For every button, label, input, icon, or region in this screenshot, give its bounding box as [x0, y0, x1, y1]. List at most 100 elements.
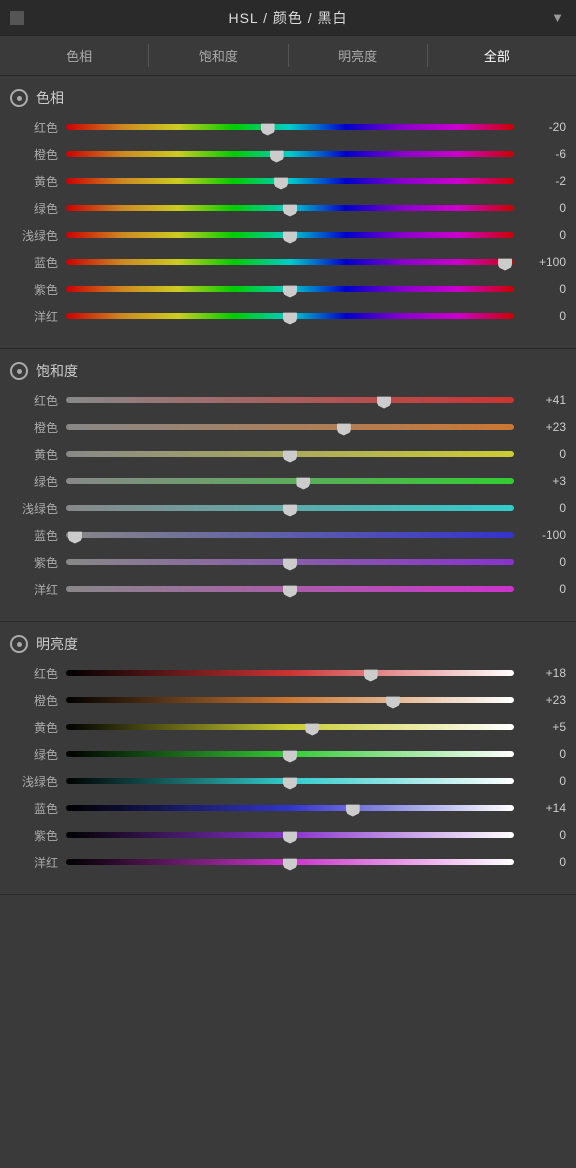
panel-title: HSL / 颜色 / 黑白 — [228, 8, 347, 28]
dropdown-icon[interactable]: ▼ — [551, 10, 564, 25]
slider-row-hue-7: 洋红0 — [10, 305, 566, 327]
slider-thumb-hue-7[interactable] — [283, 308, 297, 325]
slider-thumb-luminance-5[interactable] — [346, 800, 360, 817]
slider-track-wrap-luminance-4[interactable] — [66, 773, 514, 789]
tab-all[interactable]: 全部 — [428, 36, 566, 75]
slider-track-hue-0 — [66, 124, 514, 130]
slider-track-wrap-hue-5[interactable] — [66, 254, 514, 270]
slider-track-wrap-hue-1[interactable] — [66, 146, 514, 162]
slider-track-hue-2 — [66, 178, 514, 184]
slider-row-hue-4: 浅绿色0 — [10, 224, 566, 246]
slider-value-saturation-4: 0 — [520, 501, 566, 515]
tab-hue[interactable]: 色相 — [10, 36, 148, 75]
slider-track-luminance-5 — [66, 805, 514, 811]
slider-thumb-saturation-2[interactable] — [283, 446, 297, 463]
slider-track-wrap-hue-6[interactable] — [66, 281, 514, 297]
slider-row-saturation-1: 橙色+23 — [10, 416, 566, 438]
slider-track-wrap-luminance-1[interactable] — [66, 692, 514, 708]
slider-row-hue-6: 紫色0 — [10, 278, 566, 300]
slider-label-luminance-6: 紫色 — [10, 827, 58, 844]
slider-track-wrap-luminance-5[interactable] — [66, 800, 514, 816]
slider-row-luminance-4: 浅绿色0 — [10, 770, 566, 792]
slider-track-wrap-saturation-2[interactable] — [66, 446, 514, 462]
slider-thumb-luminance-3[interactable] — [283, 746, 297, 763]
slider-thumb-hue-5[interactable] — [498, 254, 512, 271]
slider-thumb-saturation-1[interactable] — [337, 419, 351, 436]
slider-track-wrap-luminance-3[interactable] — [66, 746, 514, 762]
slider-label-hue-0: 红色 — [10, 119, 58, 136]
slider-label-hue-4: 浅绿色 — [10, 227, 58, 244]
slider-value-saturation-7: 0 — [520, 582, 566, 596]
slider-thumb-luminance-2[interactable] — [305, 719, 319, 736]
slider-thumb-saturation-7[interactable] — [283, 581, 297, 598]
slider-row-saturation-2: 黄色0 — [10, 443, 566, 465]
slider-row-hue-2: 黄色-2 — [10, 170, 566, 192]
slider-row-saturation-3: 绿色+3 — [10, 470, 566, 492]
slider-row-hue-1: 橙色 -6 — [10, 143, 566, 165]
tab-saturation[interactable]: 饱和度 — [149, 36, 287, 75]
section-title-luminance: 明亮度 — [36, 634, 78, 654]
slider-row-hue-5: 蓝色+100 — [10, 251, 566, 273]
slider-track-wrap-hue-4[interactable] — [66, 227, 514, 243]
slider-thumb-luminance-7[interactable] — [283, 854, 297, 871]
slider-track-wrap-saturation-5[interactable] — [66, 527, 514, 543]
target-icon-saturation[interactable] — [10, 362, 28, 380]
slider-label-hue-3: 绿色 — [10, 200, 58, 217]
slider-row-saturation-4: 浅绿色0 — [10, 497, 566, 519]
slider-thumb-hue-3[interactable] — [283, 200, 297, 217]
slider-track-wrap-hue-0[interactable] — [66, 119, 514, 135]
slider-thumb-hue-2[interactable] — [274, 173, 288, 190]
slider-row-luminance-2: 黄色+5 — [10, 716, 566, 738]
slider-track-luminance-6 — [66, 832, 514, 838]
slider-track-wrap-luminance-7[interactable] — [66, 854, 514, 870]
section-header-saturation: 饱和度 — [10, 361, 566, 381]
slider-label-saturation-7: 洋红 — [10, 581, 58, 598]
slider-label-luminance-5: 蓝色 — [10, 800, 58, 817]
slider-thumb-hue-6[interactable] — [283, 281, 297, 298]
slider-thumb-luminance-4[interactable] — [283, 773, 297, 790]
target-icon-hue[interactable] — [10, 89, 28, 107]
slider-value-saturation-0: +41 — [520, 393, 566, 407]
slider-thumb-saturation-3[interactable] — [296, 473, 310, 490]
slider-value-luminance-5: +14 — [520, 801, 566, 815]
slider-thumb-saturation-0[interactable] — [377, 392, 391, 409]
slider-thumb-luminance-6[interactable] — [283, 827, 297, 844]
slider-label-hue-1: 橙色 — [10, 146, 58, 163]
slider-track-wrap-saturation-1[interactable] — [66, 419, 514, 435]
slider-thumb-saturation-5[interactable] — [68, 527, 82, 544]
slider-track-wrap-hue-2[interactable] — [66, 173, 514, 189]
slider-value-hue-1: -6 — [520, 147, 566, 161]
slider-track-wrap-hue-7[interactable] — [66, 308, 514, 324]
slider-track-wrap-saturation-6[interactable] — [66, 554, 514, 570]
slider-track-wrap-saturation-0[interactable] — [66, 392, 514, 408]
slider-label-luminance-0: 红色 — [10, 665, 58, 682]
slider-thumb-saturation-6[interactable] — [283, 554, 297, 571]
slider-thumb-hue-4[interactable] — [283, 227, 297, 244]
slider-thumb-luminance-1[interactable] — [386, 692, 400, 709]
slider-track-wrap-saturation-4[interactable] — [66, 500, 514, 516]
slider-row-luminance-0: 红色 +18 — [10, 662, 566, 684]
slider-track-wrap-saturation-3[interactable] — [66, 473, 514, 489]
slider-track-wrap-luminance-6[interactable] — [66, 827, 514, 843]
slider-thumb-hue-0[interactable] — [261, 119, 275, 136]
slider-value-hue-2: -2 — [520, 174, 566, 188]
slider-value-saturation-5: -100 — [520, 528, 566, 542]
target-icon-luminance[interactable] — [10, 635, 28, 653]
slider-label-luminance-1: 橙色 — [10, 692, 58, 709]
slider-label-saturation-2: 黄色 — [10, 446, 58, 463]
slider-value-saturation-1: +23 — [520, 420, 566, 434]
slider-track-wrap-luminance-2[interactable] — [66, 719, 514, 735]
slider-track-wrap-hue-3[interactable] — [66, 200, 514, 216]
slider-track-wrap-luminance-0[interactable] — [66, 665, 514, 681]
slider-track-saturation-5 — [66, 532, 514, 538]
slider-thumb-hue-1[interactable] — [270, 146, 284, 163]
slider-value-luminance-0: +18 — [520, 666, 566, 680]
slider-value-luminance-2: +5 — [520, 720, 566, 734]
slider-track-luminance-0 — [66, 670, 514, 676]
slider-thumb-luminance-0[interactable] — [364, 665, 378, 682]
tab-luminance[interactable]: 明亮度 — [289, 36, 427, 75]
slider-label-saturation-3: 绿色 — [10, 473, 58, 490]
slider-track-luminance-3 — [66, 751, 514, 757]
slider-thumb-saturation-4[interactable] — [283, 500, 297, 517]
slider-track-wrap-saturation-7[interactable] — [66, 581, 514, 597]
